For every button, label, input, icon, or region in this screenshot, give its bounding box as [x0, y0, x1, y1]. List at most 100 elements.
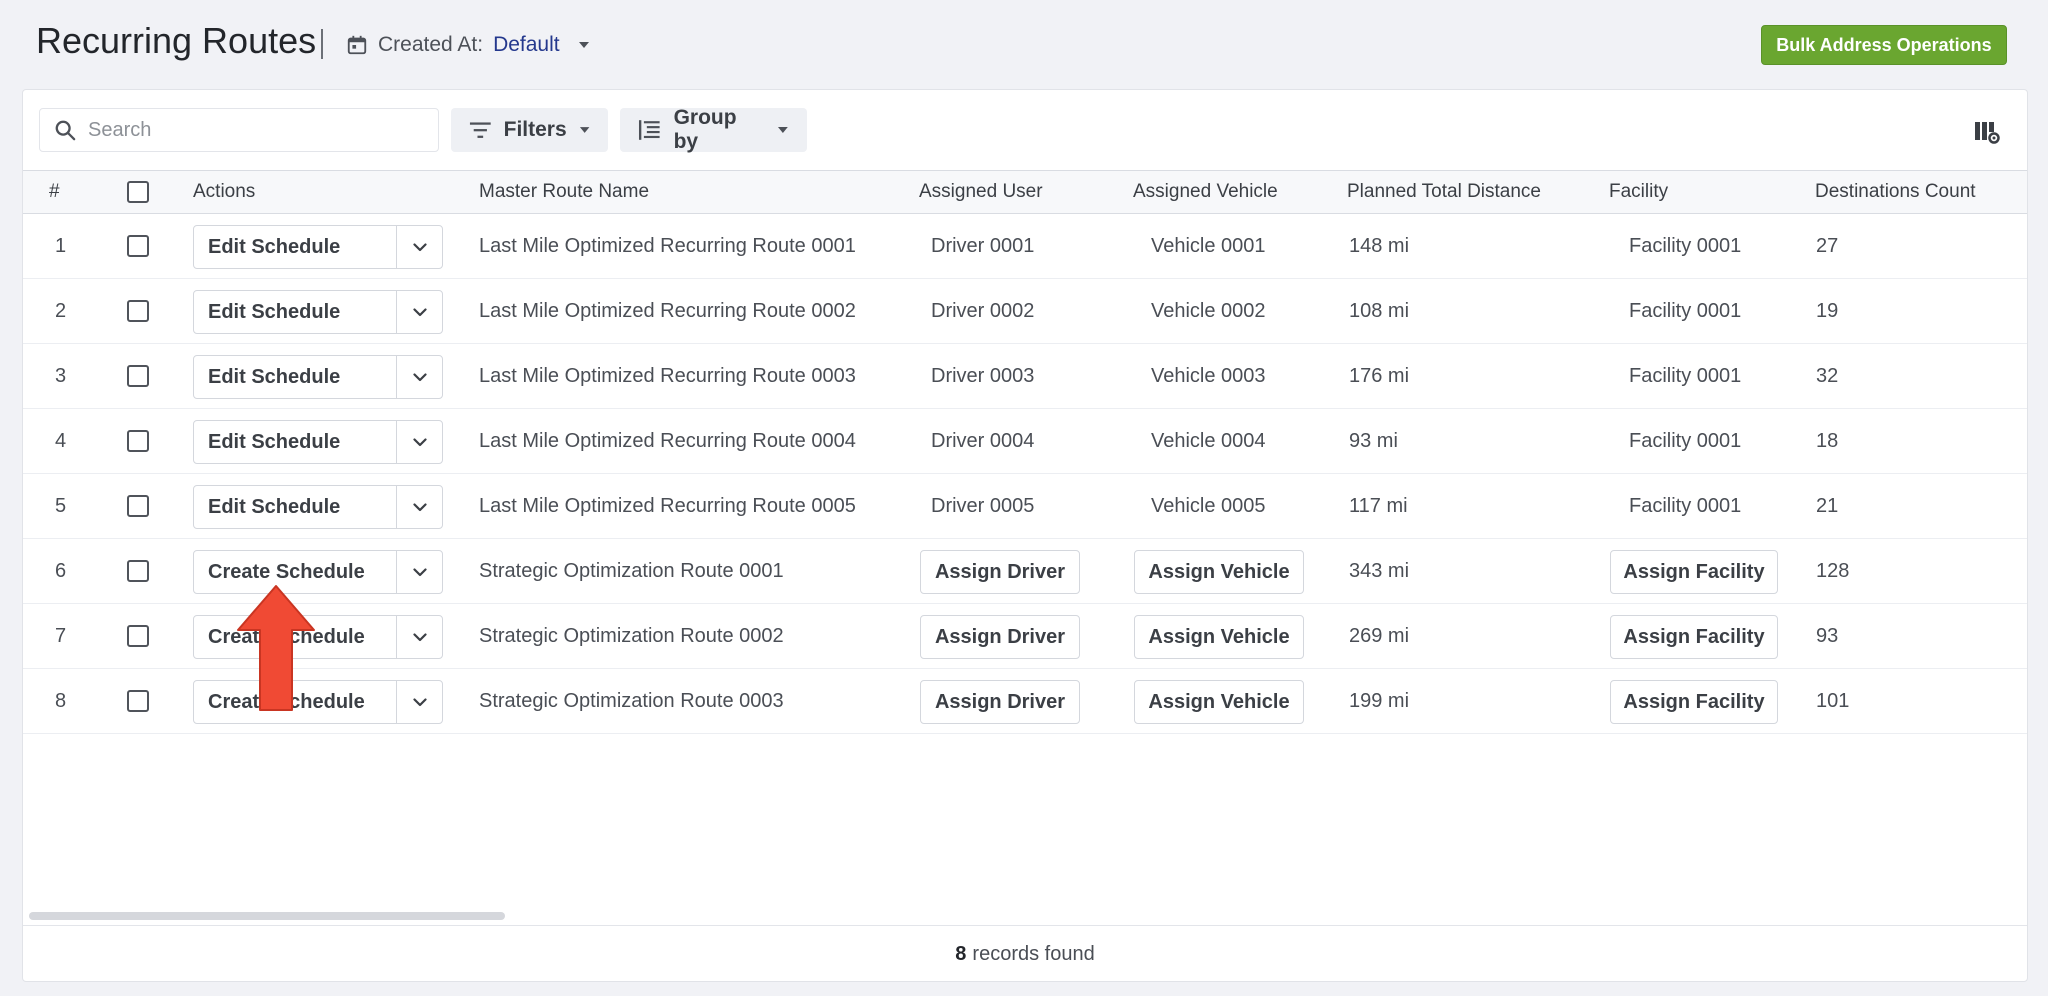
header-facility[interactable]: Facility: [1609, 171, 1668, 213]
row-select[interactable]: [127, 474, 149, 538]
caret-down-icon: [578, 42, 589, 48]
row-checkbox[interactable]: [127, 495, 149, 517]
row-number: 6: [55, 559, 67, 582]
schedule-dropdown-toggle[interactable]: [397, 681, 442, 723]
row-checkbox[interactable]: [127, 690, 149, 712]
row-checkbox[interactable]: [127, 625, 149, 647]
assign-facility-button[interactable]: Assign Facility: [1610, 680, 1778, 724]
header-route-name[interactable]: Master Route Name: [479, 171, 649, 213]
group-by-button[interactable]: Group by: [620, 106, 807, 153]
assign-facility-button[interactable]: Assign Facility: [1610, 550, 1778, 594]
filter-icon: [469, 122, 491, 138]
toolbar: Filters Group by: [23, 90, 2027, 170]
assigned-user[interactable]: Driver 0003: [931, 344, 1034, 408]
row-select[interactable]: [127, 604, 149, 668]
assigned-user[interactable]: Driver 0002: [931, 279, 1034, 343]
schedule-button[interactable]: Edit Schedule: [194, 486, 397, 528]
table-row: 4 Edit Schedule Last Mile Optimized Recurr…: [23, 409, 2027, 474]
facility[interactable]: Facility 0001: [1629, 214, 1741, 278]
header-assigned-vehicle[interactable]: Assigned Vehicle: [1133, 171, 1278, 213]
facility[interactable]: Facility 0001: [1629, 279, 1741, 343]
search-box[interactable]: [39, 108, 439, 152]
table-row: 2 Edit Schedule Last Mile Optimized Recurr…: [23, 279, 2027, 344]
assigned-vehicle[interactable]: Vehicle 0005: [1151, 474, 1266, 538]
header-assigned-user[interactable]: Assigned User: [919, 171, 1043, 213]
header-select-all[interactable]: [127, 171, 149, 213]
row-checkbox[interactable]: [127, 300, 149, 322]
destinations-count: 19: [1816, 299, 1839, 322]
schedule-dropdown-toggle[interactable]: [397, 616, 442, 658]
assign-vehicle-button[interactable]: Assign Vehicle: [1134, 615, 1304, 659]
assign-driver-button[interactable]: Assign Driver: [920, 550, 1080, 594]
schedule-dropdown-toggle[interactable]: [397, 551, 442, 593]
schedule-split-button: Create Schedule: [193, 680, 443, 724]
schedule-dropdown-toggle[interactable]: [397, 356, 442, 398]
schedule-split-button: Edit Schedule: [193, 420, 443, 464]
facility[interactable]: Facility 0001: [1629, 409, 1741, 473]
assign-vehicle-button[interactable]: Assign Vehicle: [1134, 550, 1304, 594]
route-name[interactable]: Last Mile Optimized Recurring Route 0003: [479, 344, 856, 408]
row-checkbox[interactable]: [127, 430, 149, 452]
chevron-down-icon: [412, 372, 427, 381]
schedule-split-button: Edit Schedule: [193, 355, 443, 399]
assign-facility-button[interactable]: Assign Facility: [1610, 615, 1778, 659]
chevron-down-icon: [412, 307, 427, 316]
row-select[interactable]: [127, 669, 149, 733]
table-row: 8 Create Schedule Strategic Optimization R…: [23, 669, 2027, 734]
route-name[interactable]: Last Mile Optimized Recurring Route 0005: [479, 474, 856, 538]
schedule-split-button: Edit Schedule: [193, 290, 443, 334]
row-checkbox[interactable]: [127, 365, 149, 387]
schedule-button[interactable]: Edit Schedule: [194, 226, 397, 268]
schedule-dropdown-toggle[interactable]: [397, 291, 442, 333]
assigned-user[interactable]: Driver 0001: [931, 214, 1034, 278]
column-settings-icon[interactable]: [1973, 118, 2001, 146]
assigned-user[interactable]: Driver 0005: [931, 474, 1034, 538]
assigned-vehicle[interactable]: Vehicle 0002: [1151, 279, 1266, 343]
schedule-dropdown-toggle[interactable]: [397, 226, 442, 268]
schedule-dropdown-toggle[interactable]: [397, 421, 442, 463]
table-row: 7 Create Schedule Strategic Optimization R…: [23, 604, 2027, 669]
schedule-button[interactable]: Edit Schedule: [194, 356, 397, 398]
row-select[interactable]: [127, 344, 149, 408]
group-by-icon: [638, 120, 660, 140]
horizontal-scrollbar[interactable]: [29, 912, 505, 920]
table-header: # Actions Master Route Name Assigned Use…: [23, 170, 2027, 214]
row-number: 2: [55, 299, 67, 322]
row-select[interactable]: [127, 409, 149, 473]
search-input[interactable]: [88, 118, 408, 142]
filters-button[interactable]: Filters: [451, 108, 608, 152]
created-at-dropdown[interactable]: Created At: Default: [346, 28, 590, 62]
assign-driver-button[interactable]: Assign Driver: [920, 615, 1080, 659]
facility[interactable]: Facility 0001: [1629, 474, 1741, 538]
schedule-button[interactable]: Edit Schedule: [194, 421, 397, 463]
assigned-vehicle[interactable]: Vehicle 0004: [1151, 409, 1266, 473]
route-name[interactable]: Last Mile Optimized Recurring Route 0002: [479, 279, 856, 343]
row-checkbox[interactable]: [127, 235, 149, 257]
route-name[interactable]: Strategic Optimization Route 0002: [479, 604, 784, 668]
row-select[interactable]: [127, 214, 149, 278]
planned-distance: 176 mi: [1349, 364, 1410, 387]
route-name[interactable]: Last Mile Optimized Recurring Route 0004: [479, 409, 856, 473]
header-destinations-count[interactable]: Destinations Count: [1815, 171, 1976, 213]
assign-driver-button[interactable]: Assign Driver: [920, 680, 1080, 724]
assigned-vehicle[interactable]: Vehicle 0003: [1151, 344, 1266, 408]
assigned-user[interactable]: Driver 0004: [931, 409, 1034, 473]
assigned-vehicle[interactable]: Vehicle 0001: [1151, 214, 1266, 278]
route-name[interactable]: Strategic Optimization Route 0003: [479, 669, 784, 733]
header-actions[interactable]: Actions: [193, 171, 255, 213]
facility[interactable]: Facility 0001: [1629, 344, 1741, 408]
route-name[interactable]: Strategic Optimization Route 0001: [479, 539, 784, 603]
destinations-count: 18: [1816, 429, 1839, 452]
assign-vehicle-button[interactable]: Assign Vehicle: [1134, 680, 1304, 724]
schedule-button[interactable]: Edit Schedule: [194, 291, 397, 333]
row-select[interactable]: [127, 539, 149, 603]
select-all-checkbox[interactable]: [127, 181, 149, 203]
row-checkbox[interactable]: [127, 560, 149, 582]
bulk-address-operations-button[interactable]: Bulk Address Operations: [1761, 25, 2007, 65]
route-name[interactable]: Last Mile Optimized Recurring Route 0001: [479, 214, 856, 278]
row-select[interactable]: [127, 279, 149, 343]
schedule-dropdown-toggle[interactable]: [397, 486, 442, 528]
header-planned-distance[interactable]: Planned Total Distance: [1347, 171, 1541, 213]
table-row: 1 Edit Schedule Last Mile Optimized Recurr…: [23, 214, 2027, 279]
chevron-down-icon: [412, 502, 427, 511]
